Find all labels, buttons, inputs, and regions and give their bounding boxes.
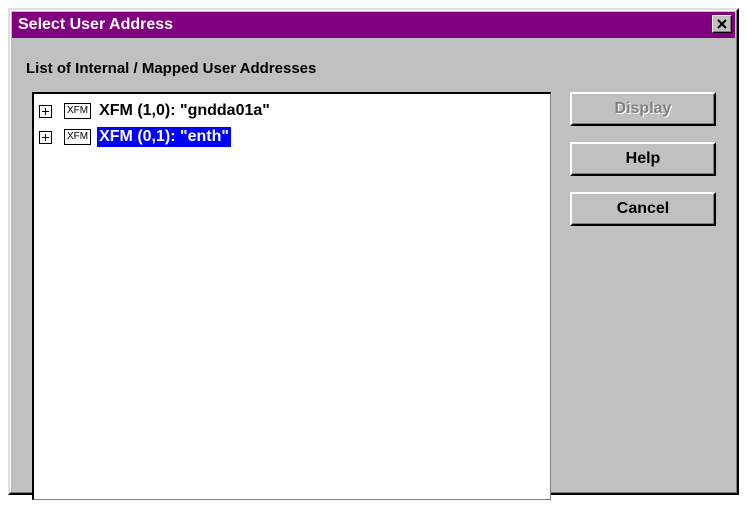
tree-item[interactable]: XFM XFM (1,0): "gndda01a" xyxy=(39,100,272,122)
window-title: Select User Address xyxy=(18,16,174,33)
close-button[interactable] xyxy=(712,15,732,33)
xfm-icon: XFM xyxy=(64,129,92,145)
tree-item-label-selected[interactable]: XFM (0,1): "enth" xyxy=(97,127,231,147)
tree-item-label[interactable]: XFM (1,0): "gndda01a" xyxy=(97,101,272,121)
title-bar[interactable]: Select User Address xyxy=(12,12,735,38)
expand-plus-icon[interactable] xyxy=(39,104,52,118)
expand-plus-icon[interactable] xyxy=(39,130,52,144)
list-caption: List of Internal / Mapped User Addresses xyxy=(26,60,317,77)
address-tree[interactable]: XFM XFM (1,0): "gndda01a" XFM XFM (0,1):… xyxy=(32,92,551,500)
xfm-icon: XFM xyxy=(64,103,92,119)
display-button-label: Display xyxy=(614,100,672,117)
select-user-address-dialog: Select User Address List of Internal / M… xyxy=(8,8,739,500)
cancel-button-label: Cancel xyxy=(616,200,670,217)
display-button[interactable]: Display xyxy=(570,92,716,126)
help-button-label: Help xyxy=(625,150,661,167)
close-icon xyxy=(717,19,727,29)
tree-item[interactable]: XFM XFM (0,1): "enth" xyxy=(39,126,231,148)
help-button[interactable]: Help xyxy=(570,142,716,176)
cancel-button[interactable]: Cancel xyxy=(570,192,716,226)
